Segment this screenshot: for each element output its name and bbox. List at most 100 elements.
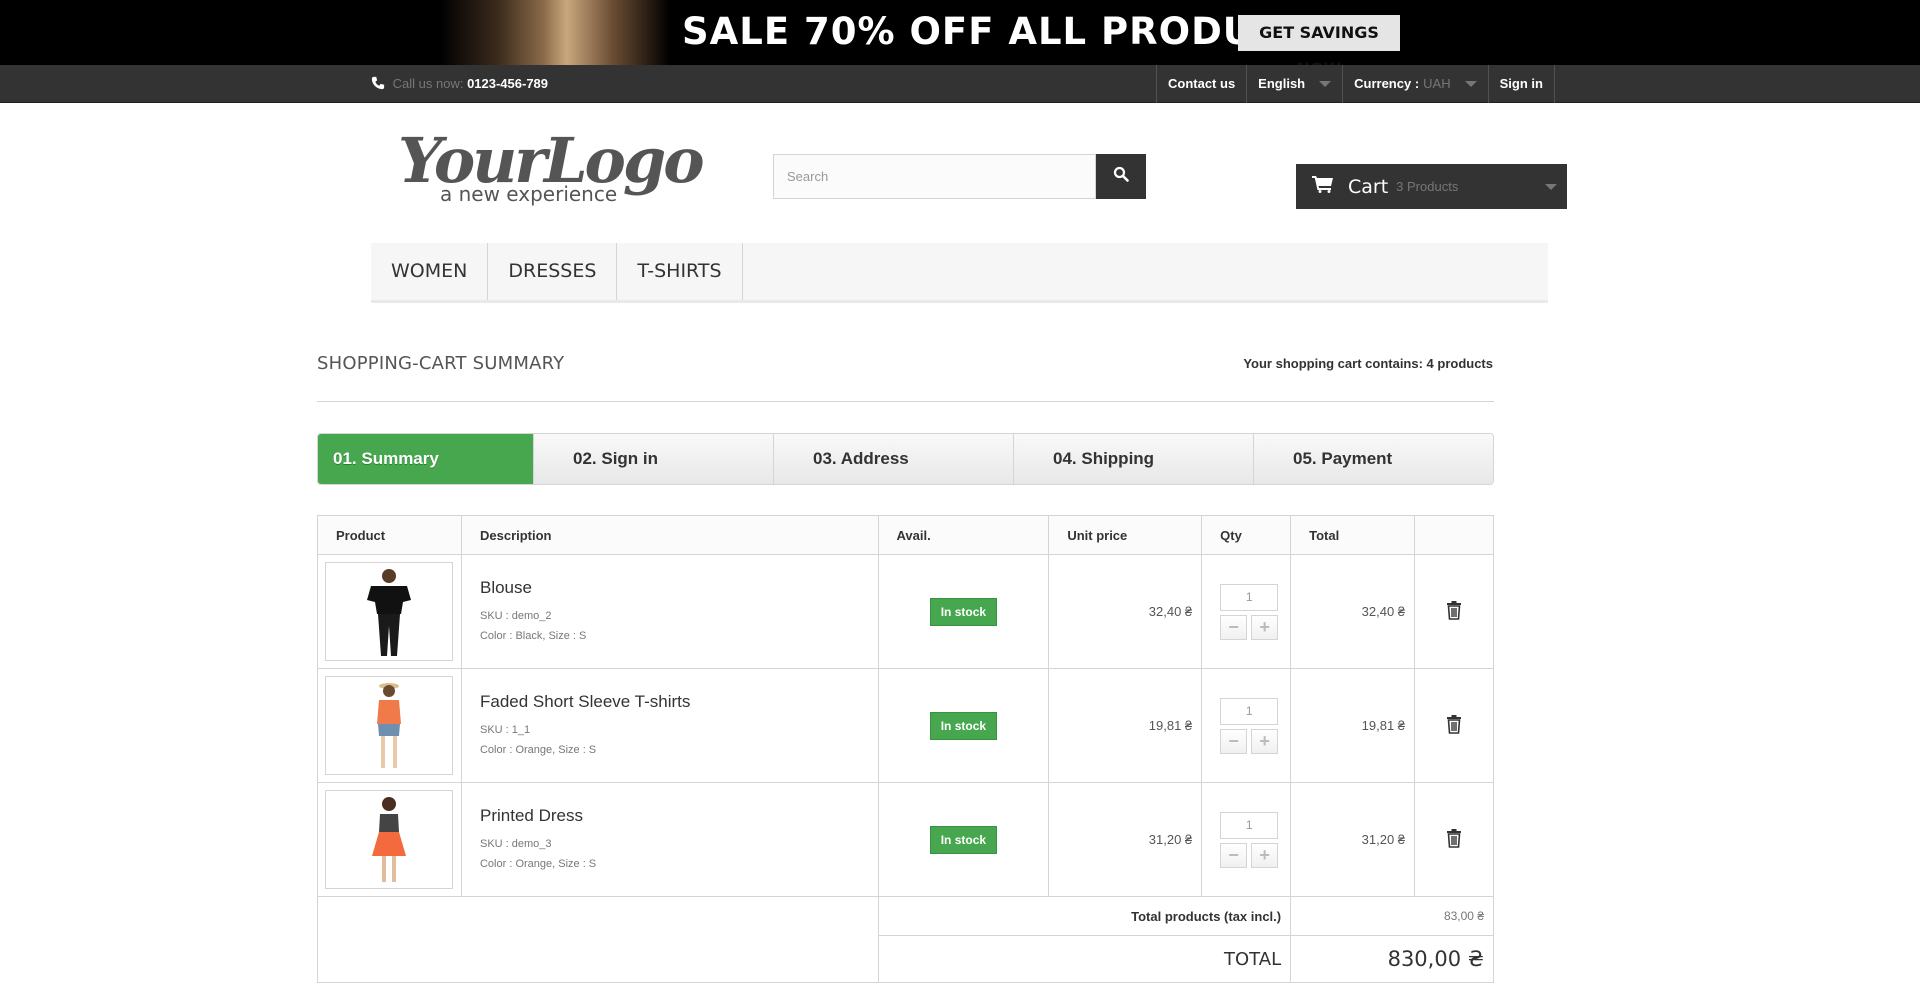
shopping-cart-icon — [1312, 175, 1334, 198]
currency-label: Currency : — [1354, 76, 1420, 91]
trash-icon[interactable] — [1446, 601, 1462, 623]
table-header-row: Product Description Avail. Unit price Qt… — [317, 515, 1494, 555]
table-row: Printed Dress SKU : demo_3 Color : Orang… — [317, 782, 1494, 897]
promo-banner[interactable]: SALE 70% OFF ALL PRODUCTS GET SAVINGS NO… — [0, 0, 1920, 65]
quantity-increase-button[interactable]: + — [1251, 728, 1279, 754]
step-sign-in[interactable]: 02. Sign in — [533, 434, 773, 484]
in-stock-badge: In stock — [929, 825, 998, 854]
column-header-total: Total — [1290, 515, 1416, 555]
trash-icon[interactable] — [1446, 715, 1462, 737]
search-button[interactable] — [1096, 154, 1146, 199]
currency-selector[interactable]: Currency : UAH — [1342, 65, 1487, 103]
in-stock-badge: In stock — [929, 597, 998, 626]
product-sku: SKU : 1_1 — [479, 723, 531, 736]
subtotal-value: 83,00 ₴ — [1290, 896, 1494, 936]
top-links: Contact us English Currency : UAH Sign in — [1156, 65, 1555, 103]
get-savings-button[interactable]: GET SAVINGS NOW — [1238, 15, 1400, 65]
availability-cell: In stock — [877, 668, 1050, 783]
unit-price: 31,20 ₴ — [1048, 782, 1203, 897]
quantity-decrease-button[interactable]: − — [1220, 728, 1248, 754]
availability-cell: In stock — [877, 782, 1050, 897]
call-us-info: Call us now: 0123-456-789 — [371, 76, 548, 93]
sign-in-link[interactable]: Sign in — [1487, 65, 1555, 103]
column-header-unit-price: Unit price — [1048, 515, 1203, 555]
search-icon — [1113, 166, 1129, 187]
step-shipping[interactable]: 04. Shipping — [1013, 434, 1253, 484]
logo-tagline: a new experience — [440, 182, 618, 206]
quantity-input[interactable]: 1 — [1220, 811, 1279, 839]
page-title: SHOPPING-CART SUMMARY — [317, 353, 565, 374]
product-cell — [317, 668, 462, 783]
menu-item-women[interactable]: WOMEN — [371, 243, 489, 300]
product-cell — [317, 782, 462, 897]
language-selector[interactable]: English — [1246, 65, 1342, 103]
cart-count: 3 Products — [1396, 179, 1459, 194]
search-input[interactable]: Search — [773, 154, 1096, 199]
chevron-down-icon — [1545, 184, 1557, 190]
quantity-cell: 1 − + — [1201, 782, 1292, 897]
product-attributes-link[interactable]: Color : Orange, Size : S — [480, 854, 878, 874]
product-attributes-link[interactable]: Color : Orange, Size : S — [480, 740, 878, 760]
main-menu: WOMEN DRESSES T-SHIRTS — [371, 243, 1548, 303]
grand-total-label: TOTAL — [877, 935, 1292, 983]
subtotal-row: Total products (tax incl.) 83,00 ₴ — [317, 896, 1494, 983]
cart-label: Cart — [1348, 175, 1389, 198]
cart-button[interactable]: Cart 3 Products — [1296, 164, 1567, 209]
line-total: 19,81 ₴ — [1290, 668, 1416, 783]
quantity-input[interactable]: 1 — [1220, 697, 1279, 725]
trash-icon[interactable] — [1446, 829, 1462, 851]
product-name-link[interactable]: Printed Dress — [480, 806, 878, 826]
banner-model-image — [440, 0, 670, 65]
delete-cell — [1414, 668, 1494, 783]
sign-in-label: Sign in — [1499, 76, 1543, 91]
phone-icon — [371, 76, 389, 93]
chevron-down-icon — [1319, 81, 1332, 87]
column-header-description: Description — [460, 515, 879, 555]
step-address[interactable]: 03. Address — [773, 434, 1013, 484]
store-logo[interactable]: YourLogo a new experience — [398, 124, 705, 210]
quantity-input[interactable]: 1 — [1220, 583, 1279, 611]
menu-item-t-shirts[interactable]: T-SHIRTS — [617, 243, 743, 300]
cart-product-count: Your shopping cart contains: 4 products — [1243, 356, 1493, 371]
product-attributes-link[interactable]: Color : Black, Size : S — [480, 626, 878, 646]
table-row: Faded Short Sleeve T-shirts SKU : 1_1 Co… — [317, 668, 1494, 783]
quantity-decrease-button[interactable]: − — [1220, 842, 1248, 868]
step-payment[interactable]: 05. Payment — [1253, 434, 1493, 484]
product-image-printed-dress[interactable] — [325, 790, 453, 889]
quantity-decrease-button[interactable]: − — [1220, 614, 1248, 640]
description-cell: Printed Dress SKU : demo_3 Color : Orang… — [460, 782, 879, 897]
delete-cell — [1414, 782, 1494, 897]
column-header-actions — [1414, 515, 1494, 555]
phone-number: 0123-456-789 — [467, 76, 549, 91]
contact-us-link[interactable]: Contact us — [1156, 65, 1246, 103]
quantity-increase-button[interactable]: + — [1251, 842, 1279, 868]
grand-total-value: 830,00 ₴ — [1290, 935, 1494, 983]
totals-spacer — [317, 896, 879, 983]
checkout-steps: 01. Summary 02. Sign in 03. Address 04. … — [317, 433, 1494, 485]
product-name-link[interactable]: Blouse — [480, 578, 878, 598]
subtotal-label: Total products (tax incl.) — [877, 896, 1292, 936]
step-summary[interactable]: 01. Summary — [318, 434, 533, 484]
product-name-link[interactable]: Faded Short Sleeve T-shirts — [480, 692, 878, 712]
line-total: 31,20 ₴ — [1290, 782, 1416, 897]
quantity-cell: 1 − + — [1201, 554, 1292, 669]
column-header-qty: Qty — [1201, 515, 1292, 555]
menu-item-dresses[interactable]: DRESSES — [488, 243, 618, 300]
product-cell — [317, 554, 462, 669]
contact-us-label: Contact us — [1168, 76, 1236, 91]
description-cell: Faded Short Sleeve T-shirts SKU : 1_1 Co… — [460, 668, 879, 783]
quantity-increase-button[interactable]: + — [1251, 614, 1279, 640]
description-cell: Blouse SKU : demo_2 Color : Black, Size … — [460, 554, 879, 669]
in-stock-badge: In stock — [929, 711, 998, 740]
product-sku: SKU : demo_2 — [479, 609, 552, 622]
table-row: Blouse SKU : demo_2 Color : Black, Size … — [317, 554, 1494, 669]
product-image-blouse[interactable] — [325, 562, 453, 661]
divider — [317, 401, 1494, 402]
chevron-down-icon — [1464, 81, 1477, 87]
call-us-label: Call us now: — [392, 76, 464, 91]
currency-value: UAH — [1423, 76, 1451, 91]
column-header-avail: Avail. — [877, 515, 1050, 555]
top-navigation-bar: Call us now: 0123-456-789 Contact us Eng… — [0, 65, 1920, 103]
product-image-t-shirt[interactable] — [325, 676, 453, 775]
line-total: 32,40 ₴ — [1290, 554, 1416, 669]
